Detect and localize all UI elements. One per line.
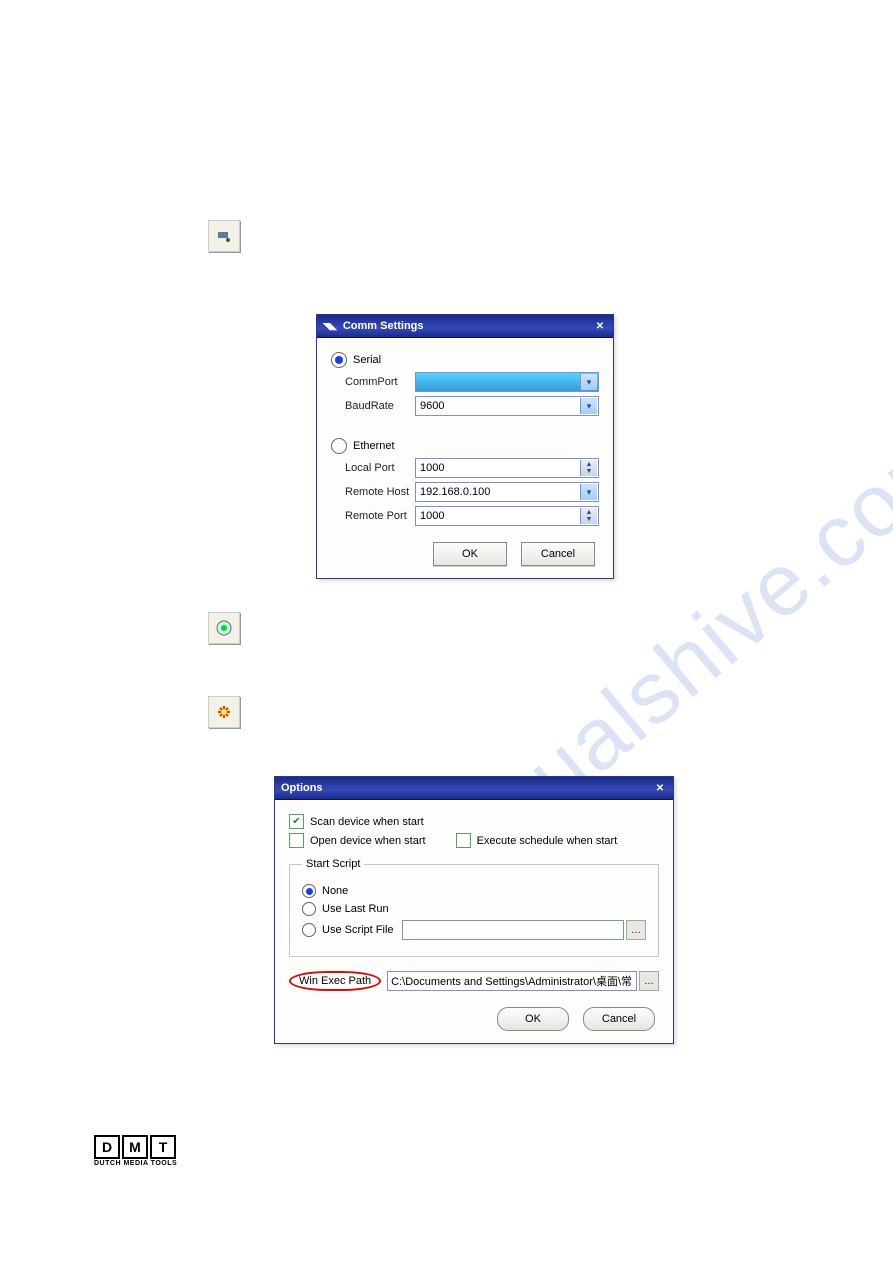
remoteport-label: Remote Port — [345, 510, 415, 522]
comm-title: Comm Settings — [343, 320, 424, 332]
remotehost-value: 192.168.0.100 — [420, 486, 490, 498]
localport-label: Local Port — [345, 462, 415, 474]
open-checkbox[interactable] — [289, 833, 304, 848]
winexec-value: C:\Documents and Settings\Administrator\… — [391, 973, 632, 989]
scan-checkbox[interactable]: ✔ — [289, 814, 304, 829]
ok-button[interactable]: OK — [433, 542, 507, 566]
ethernet-radio-label: Ethernet — [353, 440, 395, 452]
comm-settings-dialog: ◥◣ Comm Settings ✕ Serial CommPort ▾ Bau… — [316, 314, 614, 579]
close-icon[interactable]: ✕ — [653, 781, 667, 795]
logo-letter: T — [150, 1135, 176, 1159]
scriptfile-input[interactable] — [402, 920, 624, 940]
spin-buttons[interactable]: ▲▼ — [580, 460, 597, 476]
logo-letter: M — [122, 1135, 148, 1159]
logo-letter: D — [94, 1135, 120, 1159]
commport-combo[interactable]: ▾ — [415, 372, 599, 392]
cancel-button[interactable]: Cancel — [521, 542, 595, 566]
remotehost-combo[interactable]: 192.168.0.100 ▾ — [415, 482, 599, 502]
dmt-logo: D M T DUTCH MEDIA TOOLS — [94, 1135, 177, 1167]
remotehost-label: Remote Host — [345, 486, 415, 498]
baudrate-combo[interactable]: 9600 ▾ — [415, 396, 599, 416]
ethernet-radio[interactable] — [331, 438, 347, 454]
baudrate-label: BaudRate — [345, 400, 415, 412]
none-radio[interactable] — [302, 884, 316, 898]
options-gear-icon — [208, 696, 240, 728]
winexec-highlight: Win Exec Path — [289, 971, 381, 991]
ok-button[interactable]: OK — [497, 1007, 569, 1031]
close-icon[interactable]: ✕ — [593, 319, 607, 333]
spin-buttons[interactable]: ▲▼ — [580, 508, 597, 524]
winexec-label: Win Exec Path — [299, 975, 371, 987]
open-label: Open device when start — [310, 835, 426, 847]
serial-radio-label: Serial — [353, 354, 381, 366]
lastrun-radio[interactable] — [302, 902, 316, 916]
remoteport-input[interactable]: 1000 ▲▼ — [415, 506, 599, 526]
chevron-down-icon[interactable]: ▾ — [580, 484, 597, 500]
remoteport-value: 1000 — [420, 510, 444, 522]
baudrate-value: 9600 — [420, 400, 444, 412]
serial-radio[interactable] — [331, 352, 347, 368]
chevron-down-icon[interactable]: ▾ — [580, 398, 597, 414]
chevron-down-icon[interactable]: ▾ — [580, 374, 597, 390]
execsched-checkbox[interactable] — [456, 833, 471, 848]
browse-button[interactable]: … — [626, 920, 646, 940]
start-script-legend: Start Script — [302, 858, 364, 870]
connect-led-icon — [208, 612, 240, 644]
start-script-group: Start Script None Use Last Run Use Scrip… — [289, 858, 659, 957]
titlebar-icon: ◥◣ — [323, 321, 337, 332]
options-title: Options — [281, 782, 323, 794]
scriptfile-radio[interactable] — [302, 923, 316, 937]
execsched-label: Execute schedule when start — [477, 835, 618, 847]
commport-label: CommPort — [345, 376, 415, 388]
none-label: None — [322, 885, 348, 897]
comm-titlebar: ◥◣ Comm Settings ✕ — [317, 315, 613, 338]
winexec-input[interactable]: C:\Documents and Settings\Administrator\… — [387, 971, 637, 991]
options-dialog: Options ✕ ✔ Scan device when start Open … — [274, 776, 674, 1044]
options-titlebar: Options ✕ — [275, 777, 673, 800]
scan-label: Scan device when start — [310, 816, 424, 828]
comm-settings-icon — [208, 220, 240, 252]
localport-input[interactable]: 1000 ▲▼ — [415, 458, 599, 478]
winexec-browse-button[interactable]: … — [639, 971, 659, 991]
lastrun-label: Use Last Run — [322, 903, 389, 915]
scriptfile-label: Use Script File — [322, 924, 402, 936]
cancel-button[interactable]: Cancel — [583, 1007, 655, 1031]
logo-subtitle: DUTCH MEDIA TOOLS — [94, 1160, 177, 1167]
localport-value: 1000 — [420, 462, 444, 474]
